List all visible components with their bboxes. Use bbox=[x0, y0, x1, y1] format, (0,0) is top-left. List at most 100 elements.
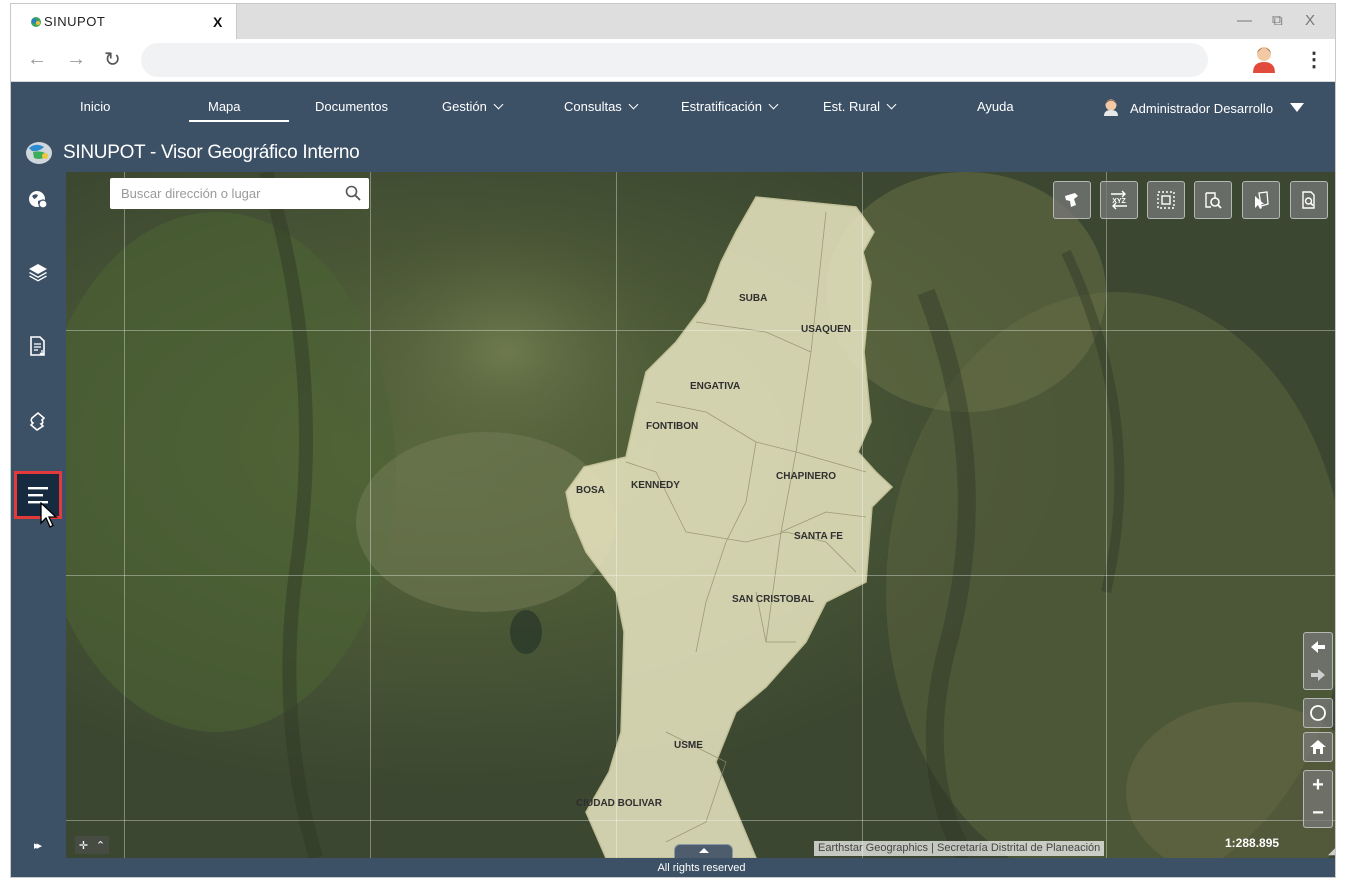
locate-icon bbox=[1310, 705, 1326, 721]
arrow-left-icon bbox=[1311, 641, 1325, 653]
home-icon bbox=[1310, 740, 1326, 754]
nav-estratificacion[interactable]: Estratificación bbox=[681, 99, 779, 114]
measure-icon bbox=[1065, 193, 1078, 207]
chevron-down-icon bbox=[628, 99, 639, 110]
nav-gestion-label: Gestión bbox=[442, 99, 487, 114]
grid-line bbox=[66, 330, 1335, 331]
tab-title: SINUPOT bbox=[44, 14, 106, 29]
chevron-up-icon: ⌃ bbox=[95, 839, 106, 852]
tab-close-button[interactable]: X bbox=[213, 14, 222, 30]
nav-ayuda[interactable]: Ayuda bbox=[977, 99, 1014, 114]
search-input[interactable] bbox=[110, 178, 335, 209]
user-avatar-icon bbox=[1104, 99, 1118, 116]
grid-line bbox=[124, 172, 125, 858]
home-button[interactable] bbox=[1303, 732, 1333, 762]
measure-tool-button[interactable] bbox=[1053, 181, 1091, 219]
district-label: USME bbox=[674, 740, 703, 751]
mouse-cursor-icon bbox=[40, 502, 58, 528]
browser-window: SINUPOT X — ⧉ X ← → ↻ ⋮ Inicio Mapa Docu… bbox=[10, 3, 1336, 878]
resize-handle-icon[interactable]: ◢ bbox=[1328, 846, 1335, 857]
browser-menu-button[interactable]: ⋮ bbox=[1304, 47, 1324, 72]
app-footer: All rights reserved bbox=[66, 858, 1335, 877]
grid-line bbox=[1106, 172, 1107, 858]
sidebar-item-documents[interactable] bbox=[17, 325, 59, 367]
grid-line bbox=[370, 172, 371, 858]
history-nav bbox=[1303, 632, 1333, 690]
nav-gestion[interactable]: Gestión bbox=[442, 99, 504, 114]
footer-text: All rights reserved bbox=[657, 862, 746, 874]
nav-mapa[interactable]: Mapa bbox=[208, 99, 241, 114]
nav-active-indicator bbox=[189, 120, 289, 122]
grid-line bbox=[862, 172, 863, 858]
district-label: BOSA bbox=[576, 485, 605, 496]
app-navbar: Inicio Mapa Documentos Gestión Consultas… bbox=[11, 82, 1335, 131]
crosshair-icon: ✛ bbox=[78, 839, 89, 852]
district-label: SANTA FE bbox=[794, 531, 843, 542]
sidebar-item-tools[interactable] bbox=[17, 400, 59, 442]
grid-line bbox=[66, 575, 1335, 576]
chevron-down-icon bbox=[768, 99, 779, 110]
identify-tool-button[interactable] bbox=[1242, 181, 1280, 219]
district-label: USAQUEN bbox=[801, 324, 852, 335]
history-back-button[interactable] bbox=[1304, 633, 1332, 661]
district-label: SAN CRISTOBAL bbox=[732, 594, 815, 605]
caret-up-icon bbox=[699, 848, 709, 853]
map-scale: 1:288.895 bbox=[1225, 836, 1280, 850]
grid-line bbox=[616, 172, 617, 858]
reload-button[interactable]: ↻ bbox=[104, 47, 121, 72]
map-view[interactable]: SUBA USAQUEN ENGATIVA FONTIBON KENNEDY B… bbox=[66, 172, 1335, 858]
zoom-controls: + − bbox=[1303, 770, 1333, 828]
nav-estratificacion-label: Estratificación bbox=[681, 99, 762, 114]
chevron-down-icon bbox=[493, 99, 504, 110]
search-map-icon bbox=[1205, 192, 1222, 209]
address-bar[interactable] bbox=[141, 43, 1208, 77]
puzzle-icon bbox=[29, 411, 46, 431]
district-label: ENGATIVA bbox=[690, 381, 741, 392]
window-minimize-button[interactable]: — bbox=[1237, 12, 1252, 29]
search-icon[interactable] bbox=[345, 185, 361, 201]
browser-tab[interactable]: SINUPOT X bbox=[11, 4, 237, 39]
sinupot-logo-icon bbox=[26, 142, 52, 164]
back-button[interactable]: ← bbox=[27, 48, 47, 71]
sinupot-logo-icon bbox=[31, 17, 41, 27]
nav-inicio[interactable]: Inicio bbox=[80, 99, 110, 114]
print-preview-icon bbox=[1302, 191, 1315, 209]
arrow-right-icon bbox=[1311, 669, 1325, 681]
browser-toolbar: ← → ↻ ⋮ bbox=[11, 39, 1335, 82]
sidebar-item-globe[interactable] bbox=[17, 178, 59, 220]
locate-button[interactable] bbox=[1303, 698, 1333, 728]
sidebar-expand-button[interactable]: ▸▸ bbox=[34, 839, 42, 852]
forward-button[interactable]: → bbox=[66, 48, 86, 71]
search-map-tool-button[interactable] bbox=[1194, 181, 1232, 219]
history-forward-button[interactable] bbox=[1304, 661, 1332, 689]
window-close-button[interactable]: X bbox=[1305, 12, 1315, 29]
identify-icon bbox=[1255, 191, 1269, 209]
district-label: FONTIBON bbox=[646, 421, 699, 432]
page-title: SINUPOT - Visor Geográfico Interno bbox=[63, 142, 360, 163]
window-restore-button[interactable]: ⧉ bbox=[1272, 12, 1283, 29]
nav-consultas-label: Consultas bbox=[564, 99, 622, 114]
caret-down-icon[interactable] bbox=[1290, 103, 1304, 112]
print-preview-tool-button[interactable] bbox=[1290, 181, 1328, 219]
tab-strip: SINUPOT X — ⧉ X bbox=[11, 4, 1335, 39]
district-label: CHAPINERO bbox=[776, 471, 837, 482]
left-sidebar: ▸▸ bbox=[11, 172, 66, 877]
coordinates-tool-button[interactable]: XYZ bbox=[1100, 181, 1138, 219]
nav-documentos[interactable]: Documentos bbox=[315, 99, 388, 114]
app-titlebar: SINUPOT - Visor Geográfico Interno bbox=[11, 131, 1335, 172]
nav-consultas[interactable]: Consultas bbox=[564, 99, 639, 114]
select-area-icon bbox=[1157, 191, 1175, 209]
sidebar-item-layers[interactable] bbox=[17, 251, 59, 293]
nav-est-rural[interactable]: Est. Rural bbox=[823, 99, 897, 114]
select-area-tool-button[interactable] bbox=[1147, 181, 1185, 219]
coordinate-toggle[interactable]: ✛ ⌃ bbox=[75, 836, 109, 854]
zoom-in-button[interactable]: + bbox=[1304, 771, 1332, 799]
zoom-out-button[interactable]: − bbox=[1304, 799, 1332, 827]
profile-avatar-icon[interactable] bbox=[1251, 45, 1277, 73]
grid-line bbox=[66, 820, 1335, 821]
user-menu[interactable]: Administrador Desarrollo bbox=[1130, 101, 1273, 116]
bottom-panel-toggle[interactable] bbox=[674, 844, 733, 858]
document-icon bbox=[30, 336, 45, 356]
chevron-down-icon bbox=[886, 99, 897, 110]
district-label: KENNEDY bbox=[631, 480, 680, 491]
